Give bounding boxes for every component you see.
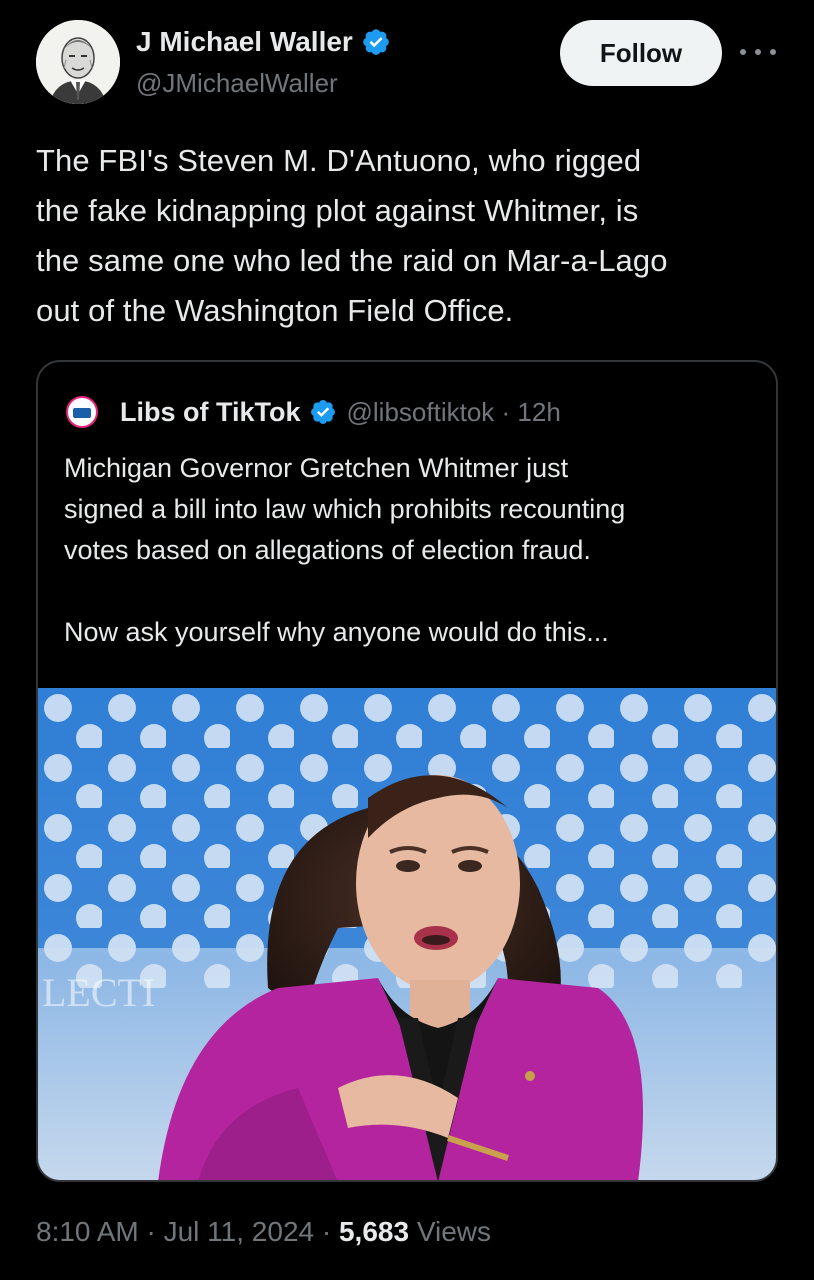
verified-badge-icon <box>310 400 335 424</box>
author-avatar[interactable] <box>36 20 120 104</box>
avatar-portrait <box>36 20 120 104</box>
photo-image: LECTI <box>38 688 776 1180</box>
tweet-text: The FBI's Steven M. D'Antuono, who rigge… <box>36 136 796 336</box>
follow-button[interactable]: Follow <box>560 20 722 86</box>
quoted-author-avatar[interactable] <box>66 396 98 428</box>
quoted-tweet-text: Michigan Governor Gretchen Whitmer just … <box>64 448 764 653</box>
quoted-text-line: Now ask yourself why anyone would do thi… <box>64 617 609 647</box>
quoted-text-line: Michigan Governor Gretchen Whitmer just <box>64 453 569 483</box>
author-name-row: J Michael Waller <box>136 26 391 58</box>
verified-badge-icon <box>363 29 389 55</box>
tweet-text-line: out of the Washington Field Office. <box>36 293 514 328</box>
views-count: 5,683 <box>338 1216 410 1247</box>
tweet-timestamp[interactable]: 8:10 AM · Jul 11, 2024 · <box>36 1216 339 1247</box>
tweet-header: J Michael Waller @JMichaelWaller Follow <box>36 20 786 110</box>
ellipsis-icon[interactable] <box>740 40 776 64</box>
author-handle[interactable]: @JMichaelWaller <box>136 68 338 99</box>
photo-background-text: LECTI <box>42 970 155 1015</box>
author-display-name[interactable]: J Michael Waller <box>136 26 353 58</box>
tweet-meta: 8:10 AM · Jul 11, 2024 · 5,683 Views <box>36 1216 491 1248</box>
views-label: Views <box>409 1216 492 1247</box>
quoted-tweet-photo[interactable]: LECTI <box>38 688 776 1180</box>
quoted-author-handle-time: @libsoftiktok · 12h <box>346 396 561 427</box>
tweet-text-line: the same one who led the raid on Mar-a-L… <box>36 243 668 278</box>
tweet-text-line: The FBI's Steven M. D'Antuono, who rigge… <box>36 143 642 178</box>
quoted-text-line: signed a bill into law which prohibits r… <box>64 494 626 524</box>
quoted-tweet-header: Libs of TikTok @libsoftiktok · 12h <box>66 392 561 432</box>
tweet-text-line: the fake kidnapping plot against Whitmer… <box>36 193 639 228</box>
quoted-text-line: votes based on allegations of election f… <box>64 535 591 565</box>
quoted-author-name[interactable]: Libs of TikTok <box>120 397 301 428</box>
quoted-tweet[interactable]: Libs of TikTok @libsoftiktok · 12h Michi… <box>36 360 778 1182</box>
